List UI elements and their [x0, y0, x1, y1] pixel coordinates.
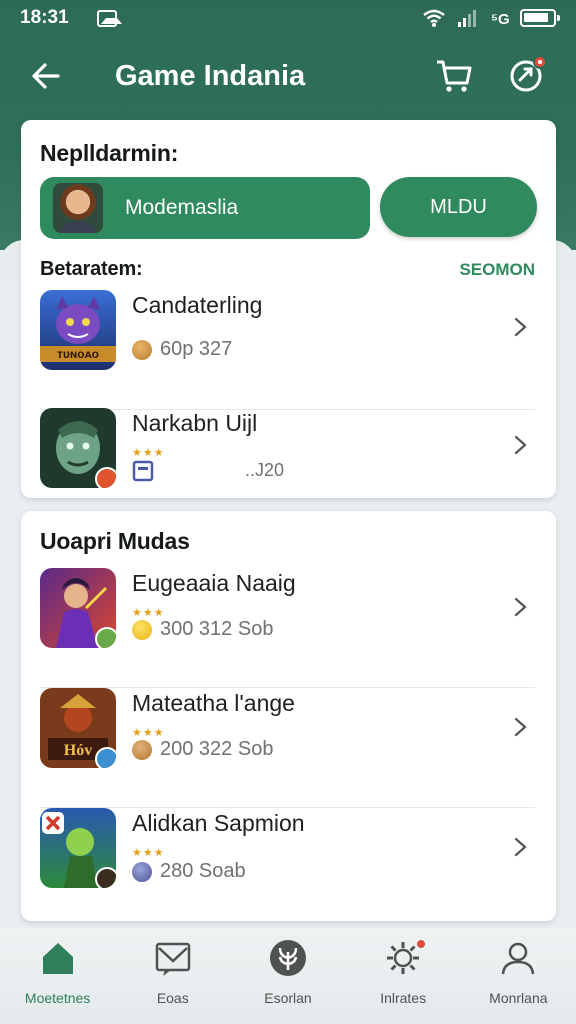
game-price: 300 312 Sob [160, 618, 274, 640]
gallery-icon [96, 9, 122, 27]
game-title: Mateatha l'ange [132, 690, 295, 716]
chevron-right-icon [514, 717, 527, 737]
game-title: Alidkan Sapmion [132, 810, 305, 836]
coin-icon [132, 740, 152, 760]
back-arrow-icon[interactable] [28, 58, 64, 94]
leaf-icon [269, 940, 306, 976]
refresh-badge-icon [95, 467, 116, 488]
svg-text:ᴛᴜɴᴏᴀᴏ: ᴛᴜɴᴏᴀᴏ [57, 347, 99, 361]
game-icon [40, 408, 116, 488]
nav-label: Inlrates [380, 990, 427, 1006]
chevron-right-icon [514, 435, 527, 455]
coin-icon [132, 340, 152, 360]
mldu-button[interactable]: MLDU [380, 177, 537, 237]
svg-text:Hóv: Hóv [64, 742, 92, 759]
nav-item-profile[interactable]: Monrlana [463, 928, 573, 1024]
nav-label: Esorlan [264, 990, 312, 1006]
mail-icon [155, 942, 191, 976]
profile-card: Neplldarmin: Modemaslia MLDU Betaratem: … [21, 120, 556, 498]
nav-item-messages[interactable]: Eoas [118, 928, 228, 1024]
game-icon: Hóv [40, 688, 116, 768]
profile-selector[interactable]: Modemaslia [40, 177, 370, 239]
bottom-navigation: Moetetnes Eoas Esorlan Inlrates Monrlana [0, 928, 576, 1024]
chevron-right-icon [514, 317, 527, 337]
notification-dot [415, 938, 428, 950]
status-time: 18:31 [20, 7, 69, 28]
settings-badge-icon [95, 867, 116, 888]
game-title: Candaterling [132, 292, 263, 318]
game-icon: ᴛᴜɴᴏᴀᴏ [40, 290, 116, 370]
game-price: 200 322 Sob [160, 738, 274, 760]
rating-stars: ★★★ [132, 447, 165, 459]
game-icon [40, 568, 116, 648]
chevron-right-icon [514, 837, 527, 857]
wifi-icon [423, 9, 445, 27]
home-icon [42, 943, 73, 974]
games-card: Uoapri Mudas Eugeaaia Naaig ★★★ 300 312 … [21, 511, 556, 921]
rating-stars: ★★★ [132, 847, 165, 859]
data-icon: ⁵G [491, 11, 510, 28]
game-price: 60p 327 [160, 338, 233, 360]
nav-item-explore[interactable]: Esorlan [233, 928, 343, 1024]
calendar-icon [132, 460, 154, 482]
nav-label: Monrlana [489, 990, 548, 1006]
nav-item-home[interactable]: Moetetnes [3, 928, 113, 1024]
cart-icon[interactable] [434, 56, 474, 96]
coin-icon [132, 862, 152, 882]
notification-icon[interactable] [508, 54, 548, 94]
see-more-link[interactable]: SEOMON [459, 260, 535, 280]
list-item[interactable]: Alidkan Sapmion ★★★ 280 Soab [40, 808, 535, 921]
nav-item-settings[interactable]: Inlrates [348, 928, 458, 1024]
link-badge-icon [95, 747, 116, 768]
status-bar: 18:31 ⁵G [0, 0, 576, 36]
upgrade-badge-icon [95, 627, 116, 648]
list-item[interactable]: Narkabn Uijl ★★★ ..J20 [40, 408, 535, 528]
list-item[interactable]: ᴛᴜɴᴏᴀᴏ Candaterling 60p 327 [40, 290, 535, 410]
profile-icon [502, 942, 535, 975]
game-title: Narkabn Uijl [132, 410, 258, 436]
list-item[interactable]: Hóv Mateatha l'ange ★★★ 200 322 Sob [40, 688, 535, 808]
profile-name: Modemaslia [125, 196, 239, 219]
game-icon [40, 808, 116, 888]
nav-label: Moetetnes [24, 990, 91, 1006]
coin-icon [132, 620, 152, 640]
signal-icon [458, 10, 476, 27]
game-title: Eugeaaia Naaig [132, 570, 296, 596]
avatar [53, 183, 103, 233]
chevron-right-icon [514, 597, 527, 617]
list-title: Betaratem: [40, 258, 143, 280]
page-title: Game Indania [115, 60, 306, 92]
svg-text:⁵G: ⁵G [491, 11, 510, 28]
list-item[interactable]: Eugeaaia Naaig ★★★ 300 312 Sob [40, 568, 535, 688]
game-price: ..J20 [245, 460, 285, 480]
section-title: Uoapri Mudas [40, 528, 190, 554]
app-bar: Game Indania [0, 48, 576, 104]
battery-icon [520, 9, 560, 27]
section-title: Neplldarmin: [40, 140, 179, 166]
game-price: 280 Soab [160, 860, 246, 882]
nav-label: Eoas [156, 990, 189, 1006]
